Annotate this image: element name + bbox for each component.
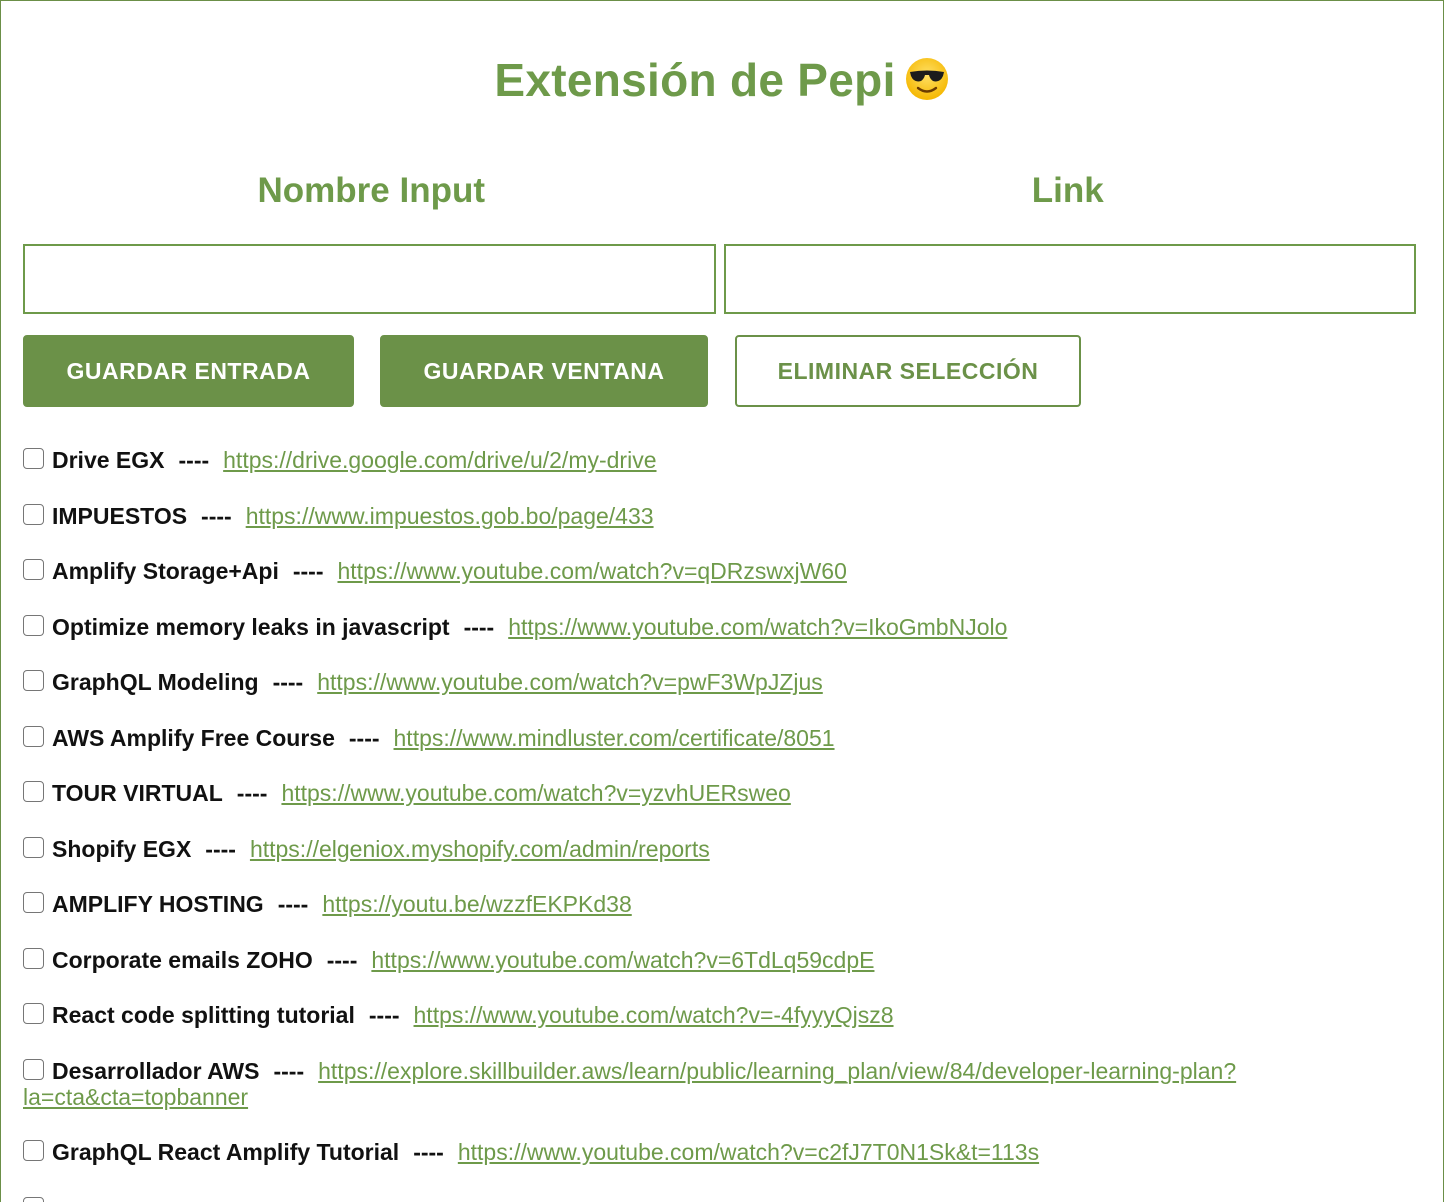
entry-separator: ----	[463, 613, 495, 640]
entry-separator: ----	[272, 669, 304, 695]
entry-checkbox[interactable]	[23, 725, 44, 747]
entry-checkbox[interactable]	[23, 614, 44, 636]
entry-link[interactable]: https://elgeniox.myshopify.com/admin/rep…	[250, 836, 710, 862]
list-item: Drive EGX ---- https://drive.google.com/dr…	[23, 447, 1423, 473]
entry-name: React code splitting tutorial	[52, 1002, 355, 1028]
list-item: TOUR VIRTUAL ---- https://www.youtube.com/…	[23, 780, 1423, 806]
entry-name: Shopify EGX	[52, 835, 192, 862]
entry-checkbox[interactable]	[23, 503, 44, 525]
list-item: Optimize memory leaks in javascript ---- h…	[23, 614, 1423, 640]
entry-separator: ----	[368, 1002, 400, 1028]
entry-link[interactable]: https://youtu.be/wzzfEKPKd38	[322, 891, 631, 917]
list-item: Desarrollador AWS ---- https://explore.ski…	[23, 1058, 1423, 1110]
link-input[interactable]	[723, 244, 1416, 314]
entry-link[interactable]: https://www.youtube.com/watch?v=6TdLq59c…	[371, 947, 874, 973]
list-item: IMPUESTOS ---- https://www.impuestos.gob.b…	[23, 503, 1423, 529]
entry-name: Corporate emails ZOHO	[52, 946, 313, 973]
entry-separator: ----	[348, 724, 380, 751]
entry-separator: ----	[201, 502, 232, 529]
entry-link[interactable]: https://www.youtube.com/watch?v=pwF3WpJZ…	[317, 669, 823, 695]
entry-name: GraphQL React Amplify Tutorial	[52, 1139, 400, 1165]
list-item: Corporate emails ZOHO ---- https://www.you…	[23, 947, 1423, 973]
entry-separator: ----	[236, 780, 268, 806]
link-column-header: Link	[1031, 171, 1104, 210]
list-item: GraphQL Modeling ---- https://www.youtube.…	[23, 669, 1423, 695]
entry-name: AWS Amplify Free Course	[52, 724, 335, 751]
entry-separator: ----	[273, 1057, 305, 1084]
list-item: GraphQL React Amplify Tutorial ---- https:…	[23, 1139, 1423, 1165]
entry-checkbox[interactable]	[23, 448, 44, 469]
list-item: Amplify Storage+Api ---- https://www.youtu…	[23, 558, 1423, 584]
entry-link[interactable]: https://www.youtube.com/watch?v=-4fyyyQj…	[414, 1002, 894, 1028]
entry-separator: ----	[277, 891, 309, 917]
page-title: Extensión de Pepi	[1, 53, 1443, 107]
entry-separator: ----	[292, 558, 324, 584]
smiling-face-with-sunglasses-icon	[904, 56, 950, 102]
entry-checkbox[interactable]	[23, 781, 44, 802]
name-column-header: Nombre Input	[257, 171, 485, 210]
entry-name: Desarrollador AWS	[52, 1057, 260, 1084]
entry-separator: ----	[326, 946, 358, 973]
entry-separator: ----	[178, 447, 210, 473]
entry-name: TOUR VIRTUAL	[52, 780, 223, 806]
save-window-button[interactable]: GUARDAR VENTANA	[380, 335, 708, 407]
entry-name: AMPLIFY HOSTING	[52, 891, 264, 917]
entry-checkbox[interactable]	[23, 670, 44, 691]
entry-checkbox[interactable]	[23, 947, 44, 969]
delete-selection-button[interactable]: ELIMINAR SELECCIÓN	[735, 335, 1081, 407]
page-title-text: Extensión de Pepi	[494, 54, 896, 106]
saved-links-list: Drive EGX ---- https://drive.google.com/dr…	[23, 447, 1423, 1195]
input-row	[23, 244, 1416, 314]
entry-checkbox[interactable]	[23, 1003, 44, 1024]
list-item: Shopify EGX ---- https://elgeniox.myshopif…	[23, 836, 1423, 862]
list-item: React code splitting tutorial ---- https:/…	[23, 1002, 1423, 1028]
entry-link[interactable]: https://www.mindluster.com/certificate/8…	[394, 725, 835, 751]
name-input[interactable]	[23, 244, 716, 314]
entry-link[interactable]: https://www.impuestos.gob.bo/page/433	[246, 503, 654, 529]
entry-link[interactable]: https://www.youtube.com/watch?v=c2fJ7T0N…	[458, 1139, 1039, 1165]
entry-checkbox[interactable]	[23, 1140, 44, 1161]
list-item: AMPLIFY HOSTING ---- https://youtu.be/wzzf…	[23, 891, 1423, 917]
entry-checkbox[interactable]	[23, 1058, 44, 1080]
column-headers: Nombre Input Link	[23, 171, 1416, 211]
entry-name: GraphQL Modeling	[52, 669, 259, 695]
entry-checkbox[interactable]	[23, 559, 44, 580]
entry-name: Amplify Storage+Api	[52, 558, 279, 584]
next-item-checkbox-partial[interactable]	[23, 1197, 44, 1202]
entry-link[interactable]: https://drive.google.com/drive/u/2/my-dr…	[223, 447, 656, 473]
entry-separator: ----	[413, 1139, 444, 1165]
list-item: AWS Amplify Free Course ---- https://www.m…	[23, 725, 1423, 751]
entry-link[interactable]: https://www.youtube.com/watch?v=qDRzswxj…	[338, 558, 847, 584]
entry-name: Optimize memory leaks in javascript	[52, 613, 450, 640]
entry-checkbox[interactable]	[23, 892, 44, 913]
save-entry-button[interactable]: GUARDAR ENTRADA	[23, 335, 354, 407]
entry-link[interactable]: https://www.youtube.com/watch?v=yzvhUERs…	[281, 780, 790, 806]
entry-name: IMPUESTOS	[52, 502, 188, 529]
entry-separator: ----	[205, 835, 236, 862]
entry-link[interactable]: https://www.youtube.com/watch?v=IkoGmbNJ…	[508, 614, 1007, 640]
entry-checkbox[interactable]	[23, 836, 44, 858]
entry-name: Drive EGX	[52, 447, 165, 473]
